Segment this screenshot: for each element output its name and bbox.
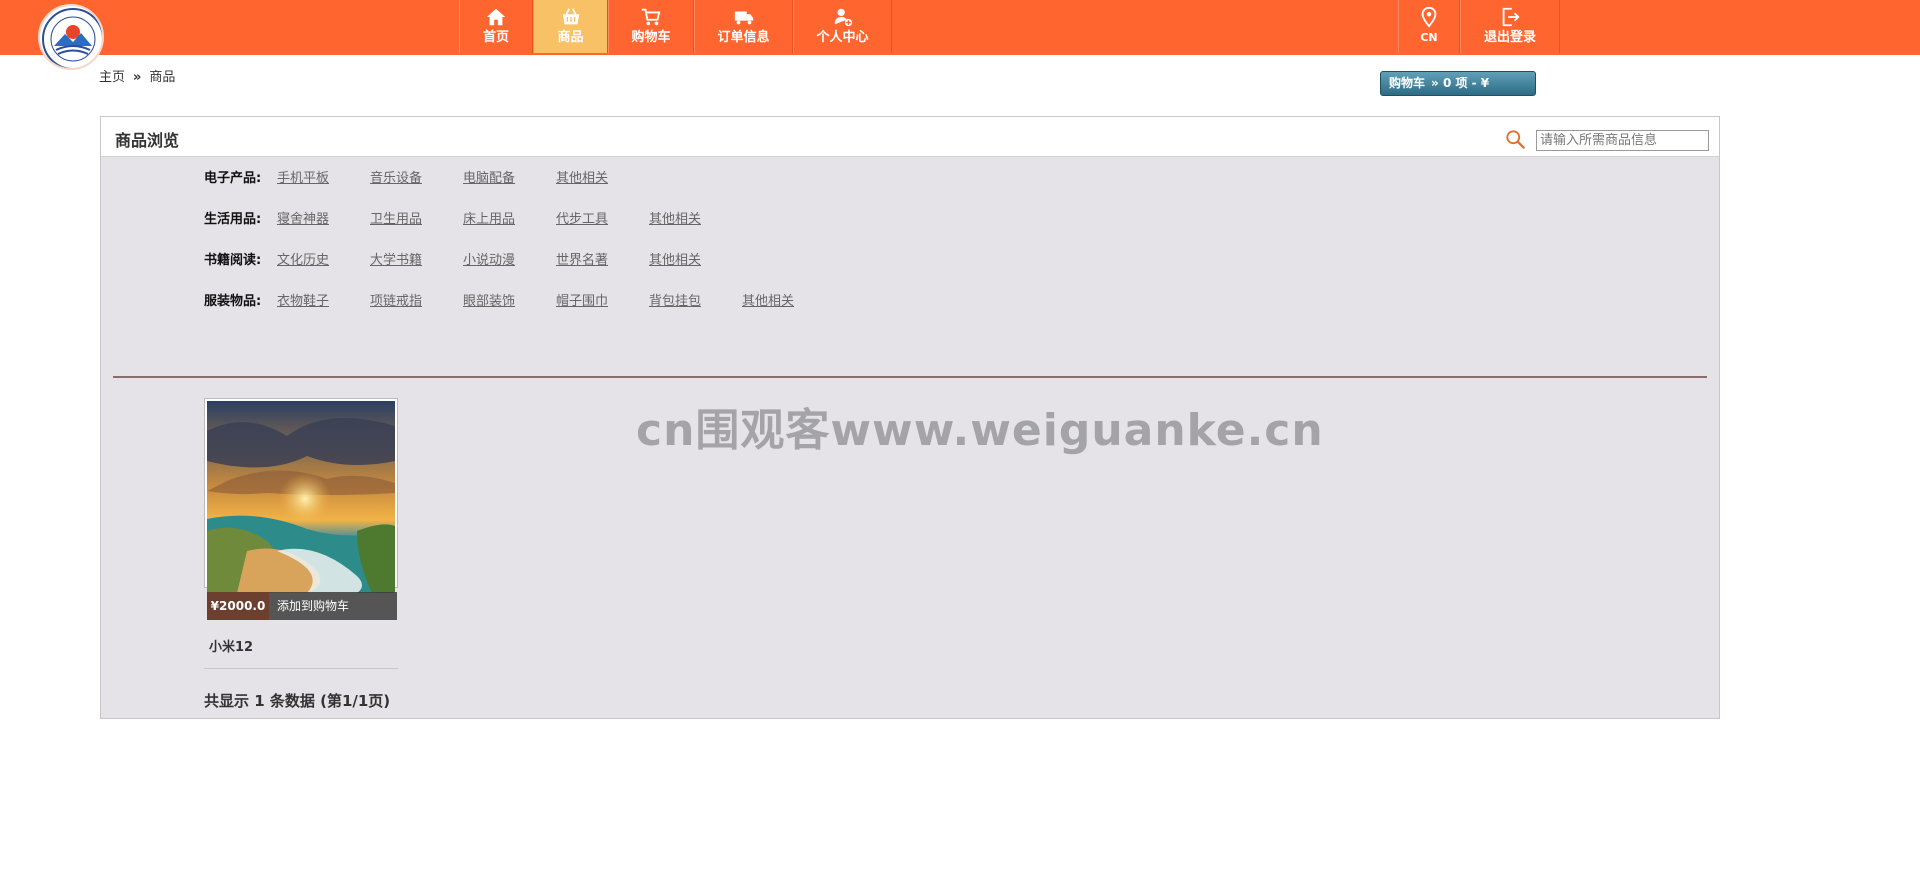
nav-logout[interactable]: 退出登录 — [1460, 0, 1560, 53]
category-label: 服装物品: — [204, 294, 262, 309]
category-link[interactable]: 电脑配备 — [463, 167, 515, 186]
logout-icon — [1502, 7, 1520, 27]
nav-label: 商品 — [557, 30, 584, 45]
category-link[interactable]: 手机平板 — [277, 167, 329, 186]
product-image[interactable] — [207, 401, 395, 593]
product-card[interactable]: ¥2000.0 添加到购物车 — [204, 398, 398, 620]
search-input[interactable] — [1536, 130, 1709, 151]
location-icon — [1421, 6, 1437, 28]
nav-label: 订单信息 — [717, 30, 770, 45]
category-link[interactable]: 其他相关 — [556, 167, 608, 186]
cart-summary-count: » 0 项 - ¥ — [1431, 76, 1490, 90]
cart-summary-button[interactable]: 购物车 » 0 项 - ¥ — [1380, 71, 1536, 96]
watermark-text: cn围观客www.weiguanke.cn — [636, 405, 1324, 456]
logo-emblem-icon — [42, 8, 102, 68]
category-link[interactable]: 文化历史 — [277, 249, 329, 268]
university-logo[interactable] — [38, 4, 104, 70]
breadcrumb-current: 商品 — [149, 70, 176, 85]
category-link[interactable]: 其他相关 — [742, 290, 794, 309]
category-link[interactable]: 眼部装饰 — [463, 290, 515, 309]
category-link[interactable]: 帽子围巾 — [556, 290, 608, 309]
product-price: ¥2000.0 — [207, 592, 269, 620]
nav-cart[interactable]: 购物车 — [608, 0, 694, 53]
truck-icon — [734, 11, 753, 25]
category-link[interactable]: 背包挂包 — [649, 290, 701, 309]
category-link[interactable]: 寝舍神器 — [277, 208, 329, 227]
category-link[interactable]: 衣物鞋子 — [277, 290, 329, 309]
category-label: 电子产品: — [204, 171, 262, 186]
basket-icon — [562, 8, 579, 25]
product-name[interactable]: 小米12 — [209, 636, 253, 655]
nav-label: 退出登录 — [1483, 30, 1536, 45]
nav-label: 个人中心 — [816, 30, 869, 45]
category-label: 生活用品: — [204, 212, 262, 227]
category-label: 书籍阅读: — [204, 253, 262, 268]
category-link[interactable]: 大学书籍 — [370, 249, 422, 268]
nav-orders[interactable]: 订单信息 — [694, 0, 793, 53]
cart-icon — [641, 8, 661, 26]
category-link[interactable]: 床上用品 — [463, 208, 515, 227]
top-navigation-bar: 首页 商品 购物车 订单信息 个人中心 CN 退出登录 — [0, 0, 1920, 70]
pagination-info: 共显示 1 条数据 (第1/1页) — [204, 692, 391, 710]
home-icon — [486, 8, 506, 26]
category-link[interactable]: 其他相关 — [649, 249, 701, 268]
search-icon[interactable] — [1505, 129, 1527, 151]
category-link[interactable]: 其他相关 — [649, 208, 701, 227]
nav-user-center[interactable]: 个人中心 — [793, 0, 892, 53]
category-link[interactable]: 世界名著 — [556, 249, 608, 268]
nav-locale[interactable]: CN — [1398, 0, 1460, 53]
category-link[interactable]: 小说动漫 — [463, 249, 515, 268]
breadcrumb: 主页 » 商品 — [99, 66, 175, 85]
category-link[interactable]: 卫生用品 — [370, 208, 422, 227]
nav-home[interactable]: 首页 — [459, 0, 533, 53]
category-link[interactable]: 音乐设备 — [370, 167, 422, 186]
add-to-cart-button[interactable]: 添加到购物车 — [277, 592, 349, 620]
section-divider — [113, 376, 1707, 378]
breadcrumb-home[interactable]: 主页 — [99, 70, 125, 85]
nav-label: 购物车 — [631, 30, 671, 45]
product-name-divider — [204, 668, 398, 669]
nav-label: 首页 — [482, 30, 509, 45]
user-add-icon — [834, 8, 852, 27]
category-link[interactable]: 代步工具 — [556, 208, 608, 227]
panel-title: 商品浏览 — [115, 131, 180, 150]
price-bar: ¥2000.0 添加到购物车 — [207, 592, 397, 620]
category-link[interactable]: 项链戒指 — [370, 290, 422, 309]
nav-products[interactable]: 商品 — [533, 0, 608, 53]
panel-header: 商品浏览 — [101, 117, 1719, 157]
cart-summary-label: 购物车 — [1389, 76, 1426, 90]
breadcrumb-separator: » — [133, 70, 142, 85]
nav-label: CN — [1420, 31, 1438, 44]
